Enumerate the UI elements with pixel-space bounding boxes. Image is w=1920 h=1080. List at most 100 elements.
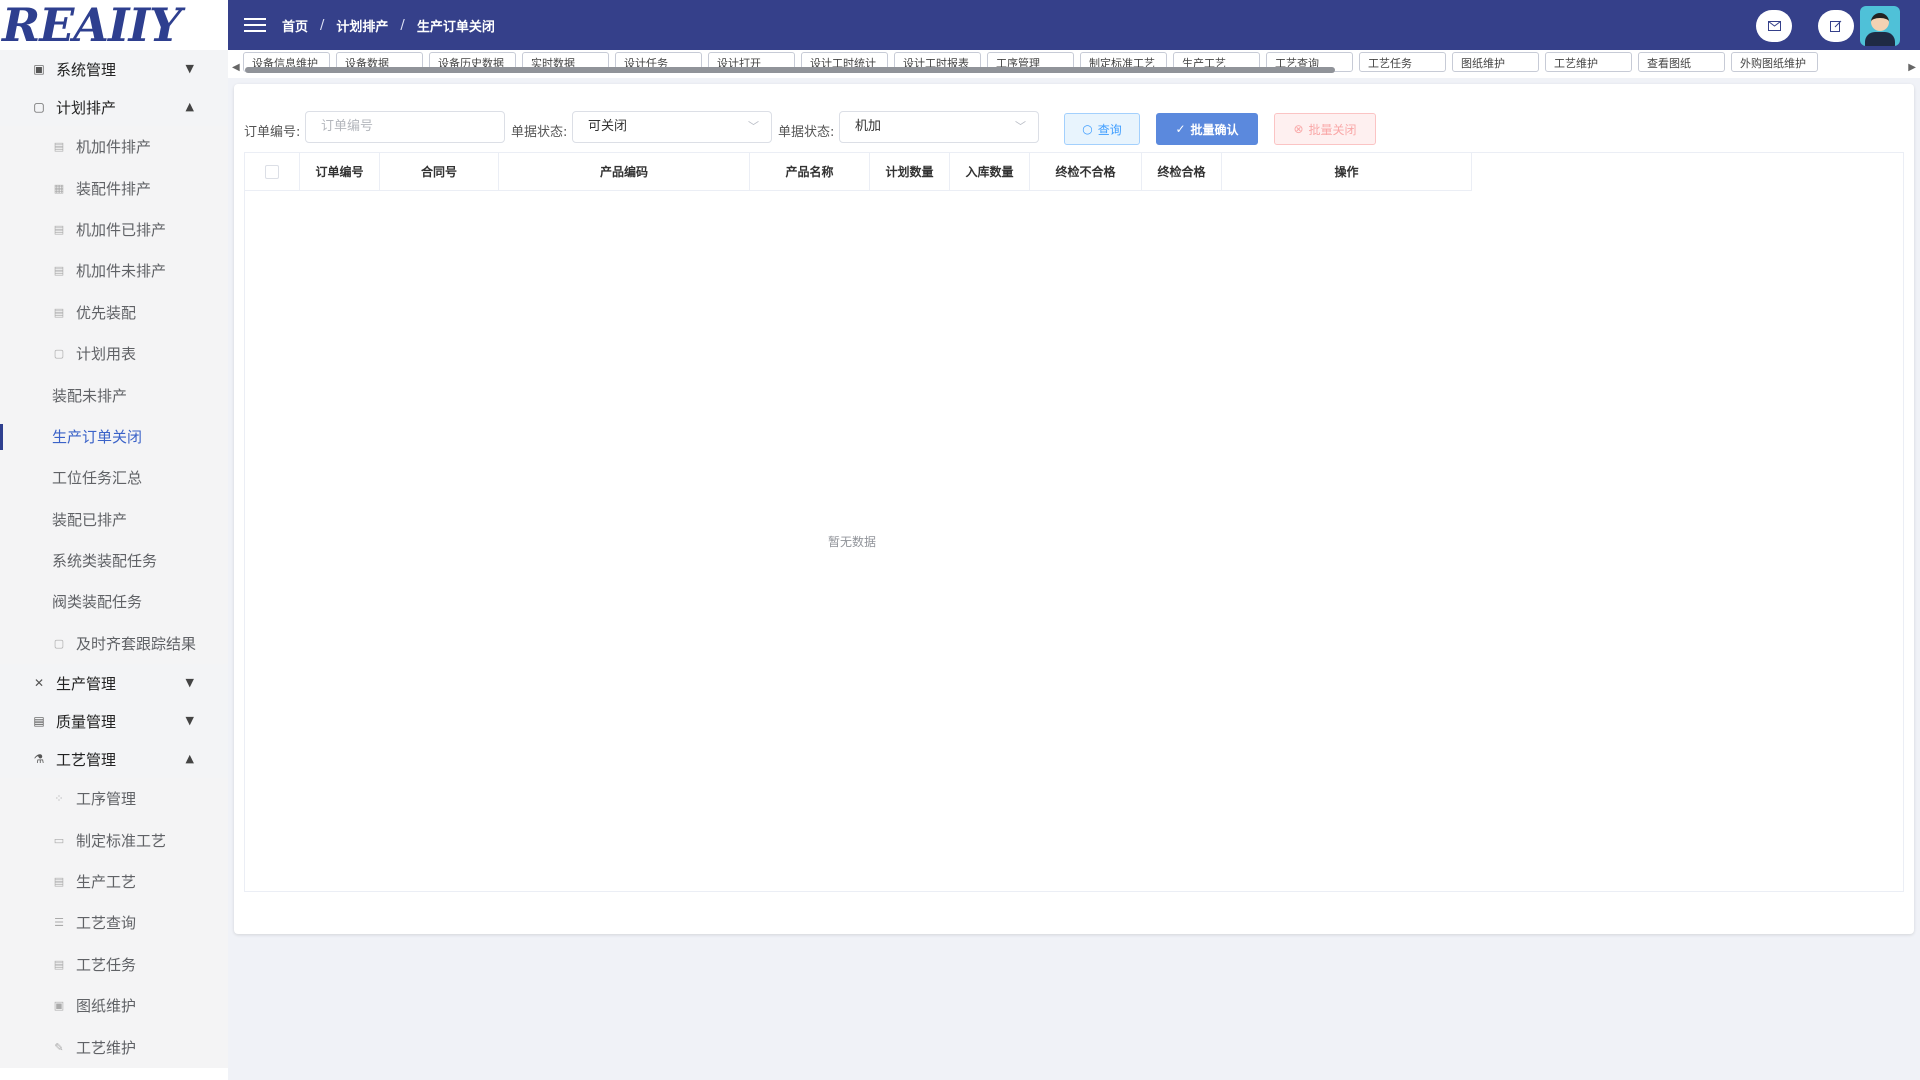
col-order-no: 订单编号 [300,153,380,191]
sidebar-item-label: 及时齐套跟踪结果 [76,634,197,653]
hamburger-menu-icon[interactable] [244,18,266,32]
tab[interactable]: 外购图纸维护 [1731,52,1818,72]
sidebar-group-craft[interactable]: ⚗ 工艺管理 ▲ [0,740,228,779]
sidebar-item-plan-table[interactable]: ▢ 计划用表 [0,332,228,375]
empty-text: 暂无数据 [827,535,876,549]
sidebar-item-drawing-maintain[interactable]: ▣ 图纸维护 [0,985,228,1027]
chevron-down-icon: ﹀ [748,120,759,133]
tab[interactable]: 工艺任务 [1359,52,1446,72]
sidebar-item-label: 计划用表 [76,345,137,364]
doc-icon: ▤ [53,140,65,154]
sidebar-group-quality[interactable]: ▤ 质量管理 ▼ [0,702,228,741]
avatar[interactable] [1860,6,1900,46]
breadcrumb-home[interactable]: 首页 [282,16,308,35]
select-all-cell[interactable] [245,153,300,191]
sidebar-item-label: 优先装配 [76,303,137,322]
batch-confirm-label: 批量确认 [1190,122,1239,137]
col-product-code: 产品编码 [499,153,750,191]
flask-icon: ⚗ [33,752,45,767]
wrench-icon: ✎ [54,1040,64,1054]
sidebar-item-label: 生产订单关闭 [52,427,143,446]
sidebar-item-label: 工艺任务 [76,955,137,974]
sidebar-group-label: 生产管理 [56,674,117,693]
sidebar-item-system-assembly-task[interactable]: 系统类装配任务 [0,539,228,582]
chevron-down-icon: ﹀ [1015,120,1026,133]
card-icon: ▭ [53,833,65,847]
sidebar-item-craft-query[interactable]: ☰ 工艺查询 [0,902,228,944]
clipboard-icon: ▤ [33,714,45,729]
logo: REAIIY [0,0,228,50]
col-final-pass: 终检合格 [1142,153,1222,191]
batch-close-button[interactable]: ⊗ 批量关闭 [1274,113,1376,145]
close-circle-icon: ⊗ [1293,122,1304,136]
sidebar-item-kitting-tracking[interactable]: ▢ 及时齐套跟踪结果 [0,622,228,665]
type-select-value: 机加 [855,119,882,134]
sidebar-item-label: 生产工艺 [76,873,137,892]
caret-down-icon: ▼ [185,676,194,690]
batch-confirm-button[interactable]: ✓ 批量确认 [1156,113,1258,145]
sidebar-item-valve-assembly-task[interactable]: 阀类装配任务 [0,581,228,623]
search-icon: ○ [1082,122,1093,136]
monitor-icon: ▣ [53,999,65,1013]
scroll-left-icon[interactable]: ◀ [232,62,240,73]
caret-up-icon: ▲ [185,100,194,113]
order-no-label: 订单编号: [244,125,301,140]
sidebar-group-system[interactable]: ▣ 系统管理 ▼ [0,50,228,88]
tab[interactable]: 工艺维护 [1545,52,1632,72]
sidebar-item-process-mgmt[interactable]: ⁘ 工序管理 [0,778,228,820]
sidebar-group-production[interactable]: ✕ 生产管理 ▼ [0,664,228,703]
sidebar-item-craft-task[interactable]: ▤ 工艺任务 [0,943,228,986]
sidebar-item-machining-scheduled[interactable]: ▤ 机加件已排产 [0,208,228,251]
tabs-scrollbar[interactable] [245,67,1335,73]
sidebar-item-priority-assembly[interactable]: ▤ 优先装配 [0,291,228,333]
query-button-label: 查询 [1097,122,1122,137]
sidebar-item-assembly-schedule[interactable]: ▦ 装配件排产 [0,167,228,209]
select-all-checkbox[interactable] [265,164,279,179]
sidebar-group-label: 质量管理 [56,712,117,731]
monitor-icon: ▣ [33,62,45,76]
mail-button[interactable] [1756,10,1792,42]
calendar-icon: ▦ [53,181,65,195]
sidebar-item-label: 工位任务汇总 [52,469,143,488]
sidebar-item-production-craft[interactable]: ▤ 生产工艺 [0,860,228,903]
sidebar-item-standard-craft[interactable]: ▭ 制定标准工艺 [0,819,228,861]
avatar-body [1865,32,1895,46]
col-contract-no: 合同号 [380,153,499,191]
sidebar-item-machining-unscheduled[interactable]: ▤ 机加件未排产 [0,250,228,292]
breadcrumb-separator: / [320,17,325,33]
sidebar-item-craft-maintain[interactable]: ✎ 工艺维护 [0,1026,228,1068]
type-select[interactable]: 机加 ﹀ [839,111,1039,143]
sidebar-item-label: 机加件已排产 [76,220,167,239]
breadcrumb-plan[interactable]: 计划排产 [336,16,388,35]
sidebar-item-assembly-scheduled[interactable]: 装配已排产 [0,498,228,540]
sidebar-item-label: 工序管理 [76,790,137,809]
sidebar-item-label: 机加件未排产 [76,262,167,281]
sidebar-item-machining-schedule[interactable]: ▤ 机加件排产 [0,126,228,168]
status-select[interactable]: 可关闭 ﹀ [572,111,772,143]
sidebar-item-label: 装配未排产 [52,386,128,405]
file-icon: ▢ [53,636,65,650]
sidebar-item-assembly-unscheduled[interactable]: 装配未排产 [0,374,228,416]
sidebar-group-label: 工艺管理 [56,750,117,769]
scroll-right-icon[interactable]: ▶ [1908,62,1916,73]
type-label: 单据状态: [778,125,835,140]
sidebar-item-station-summary[interactable]: 工位任务汇总 [0,457,228,499]
doc-icon: ▤ [53,957,65,971]
edit-button[interactable] [1818,10,1854,42]
order-no-input[interactable]: 订单编号 [305,111,505,143]
tab[interactable]: 图纸维护 [1452,52,1539,72]
tools-icon: ✕ [33,676,45,691]
sidebar-group-plan[interactable]: ▢ 计划排产 ▲ [0,88,228,126]
tab[interactable]: 查看图纸 [1638,52,1725,72]
sidebar-item-label: 装配已排产 [52,510,128,529]
sidebar-item-order-close[interactable]: 生产订单关闭 [0,415,228,458]
avatar-head [1871,13,1889,31]
status-select-value: 可关闭 [588,119,628,134]
doc-icon: ▤ [53,875,65,889]
query-button[interactable]: ○ 查询 [1064,113,1140,145]
logo-text: REAIIY [2,0,182,52]
caret-up-icon: ▲ [185,752,194,766]
col-final-fail: 终检不合格 [1030,153,1142,191]
sidebar-item-label: 图纸维护 [76,997,137,1016]
doc-icon: ▤ [53,264,65,278]
